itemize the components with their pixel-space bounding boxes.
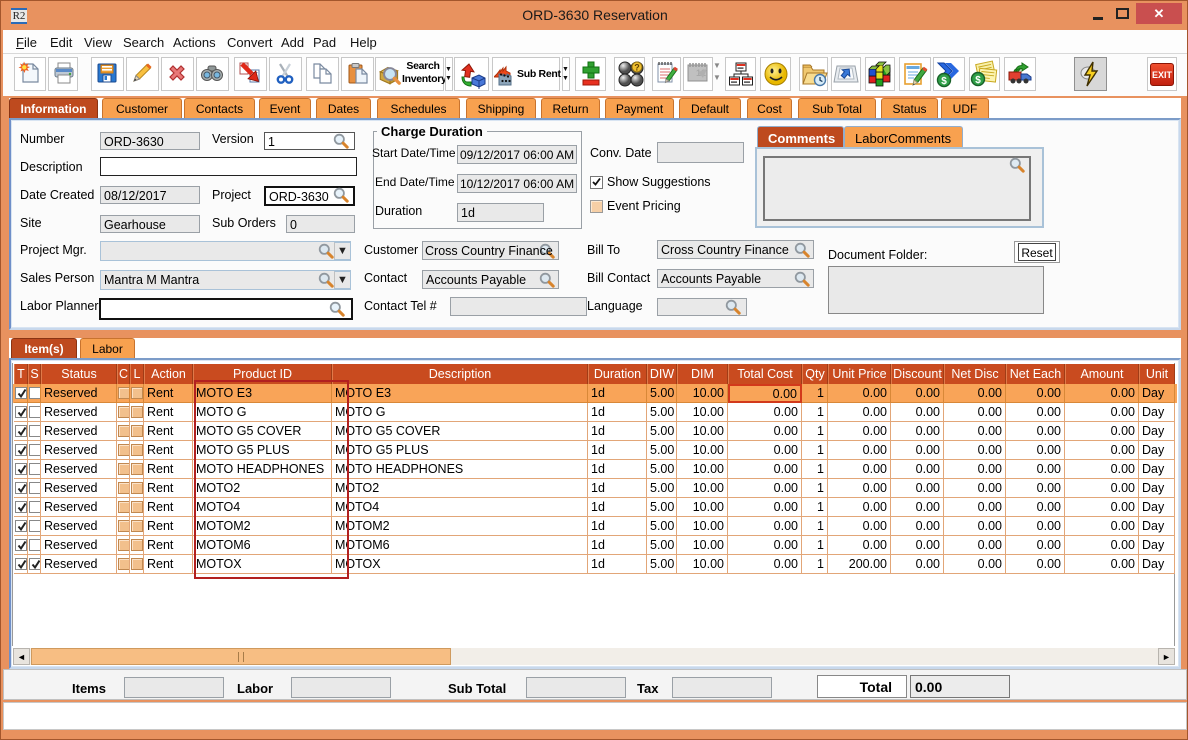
svg-text:$: $	[941, 76, 947, 87]
svg-text:$: $	[975, 75, 981, 86]
svg-text:?: ?	[634, 63, 640, 73]
